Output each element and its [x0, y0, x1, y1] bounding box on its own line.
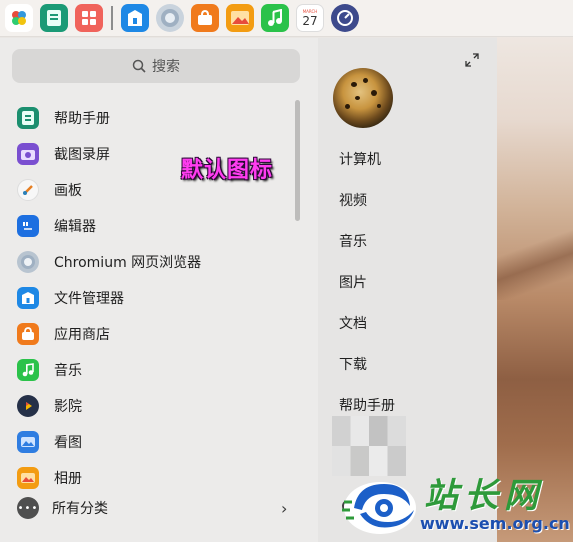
movie-icon	[17, 395, 39, 417]
calendar-day: 27	[302, 13, 318, 28]
file-manager-icon	[17, 287, 39, 309]
chevron-right-icon: ›	[281, 498, 288, 518]
search-icon	[132, 59, 146, 73]
app-label: Chromium 网页浏览器	[54, 255, 202, 271]
app-label: 帮助手册	[54, 111, 110, 127]
launcher-icon[interactable]	[5, 4, 33, 32]
overlay-annotation: 默认图标	[181, 157, 274, 183]
more-icon: •••	[17, 497, 39, 519]
image-viewer-icon[interactable]	[226, 4, 254, 32]
app-grid-icon[interactable]	[75, 4, 103, 32]
watermark-title: 站长网	[424, 476, 544, 516]
place-pictures[interactable]: 图片	[339, 261, 395, 302]
draw-icon	[17, 179, 39, 201]
app-item-app-store[interactable]: 应用商店	[0, 316, 290, 352]
editor-icon	[17, 215, 39, 237]
app-item-chromium[interactable]: Chromium 网页浏览器	[0, 244, 290, 280]
search-input[interactable]: 搜索	[12, 49, 300, 83]
app-label: 画板	[54, 183, 82, 199]
browser-icon[interactable]	[156, 4, 184, 32]
screenshot-icon	[17, 143, 39, 165]
app-item-help-manual[interactable]: 帮助手册	[0, 100, 290, 136]
app-label: 应用商店	[54, 327, 110, 343]
watermark: 站长网 www.sem.org.cn	[338, 470, 573, 542]
file-manager-icon[interactable]	[121, 4, 149, 32]
app-label: 影院	[54, 399, 82, 415]
place-documents[interactable]: 文档	[339, 302, 395, 343]
app-item-editor[interactable]: 编辑器	[0, 208, 290, 244]
top-dock: MARCH 27	[0, 0, 573, 37]
help-manual-icon	[17, 107, 39, 129]
avatar[interactable]	[333, 68, 393, 128]
music-icon[interactable]	[261, 4, 289, 32]
app-label: 音乐	[54, 363, 82, 379]
system-monitor-icon[interactable]	[331, 4, 359, 32]
app-label: 文件管理器	[54, 291, 124, 307]
launcher-window: 搜索 帮助手册 截图录屏 画板 编辑器 Chromium 网页浏览器 文件管理器…	[0, 38, 497, 542]
all-categories-button[interactable]: ••• 所有分类 ›	[0, 494, 310, 522]
place-music[interactable]: 音乐	[339, 220, 395, 261]
music-icon	[17, 359, 39, 381]
calendar-icon[interactable]: MARCH 27	[296, 4, 324, 32]
scrollbar[interactable]	[295, 100, 300, 221]
pixelated-region	[332, 416, 406, 476]
watermark-url: www.sem.org.cn	[420, 514, 570, 533]
app-item-image-viewer[interactable]: 看图	[0, 424, 290, 460]
app-item-movie[interactable]: 影院	[0, 388, 290, 424]
app-label: 截图录屏	[54, 147, 110, 163]
help-manual-icon[interactable]	[40, 4, 68, 32]
search-placeholder: 搜索	[152, 59, 180, 75]
places-list: 计算机 视频 音乐 图片 文档 下载 帮助手册	[339, 138, 395, 425]
desktop-wallpaper	[497, 0, 573, 542]
all-categories-label: 所有分类	[52, 501, 108, 517]
app-item-music[interactable]: 音乐	[0, 352, 290, 388]
image-viewer-icon	[17, 431, 39, 453]
chromium-icon	[17, 251, 39, 273]
place-videos[interactable]: 视频	[339, 179, 395, 220]
place-computer[interactable]: 计算机	[339, 138, 395, 179]
place-downloads[interactable]: 下载	[339, 343, 395, 384]
app-item-file-manager[interactable]: 文件管理器	[0, 280, 290, 316]
watermark-logo-icon	[342, 482, 416, 534]
places-pane: 计算机 视频 音乐 图片 文档 下载 帮助手册	[318, 38, 497, 542]
app-store-icon	[17, 323, 39, 345]
album-icon	[17, 467, 39, 489]
app-label: 编辑器	[54, 219, 96, 235]
app-store-icon[interactable]	[191, 4, 219, 32]
app-item-album[interactable]: 相册	[0, 460, 290, 496]
app-label: 相册	[54, 471, 82, 487]
app-list-pane: 搜索 帮助手册 截图录屏 画板 编辑器 Chromium 网页浏览器 文件管理器…	[0, 38, 318, 542]
fullscreen-icon[interactable]	[464, 52, 480, 68]
app-label: 看图	[54, 435, 82, 451]
dock-separator	[111, 6, 113, 30]
